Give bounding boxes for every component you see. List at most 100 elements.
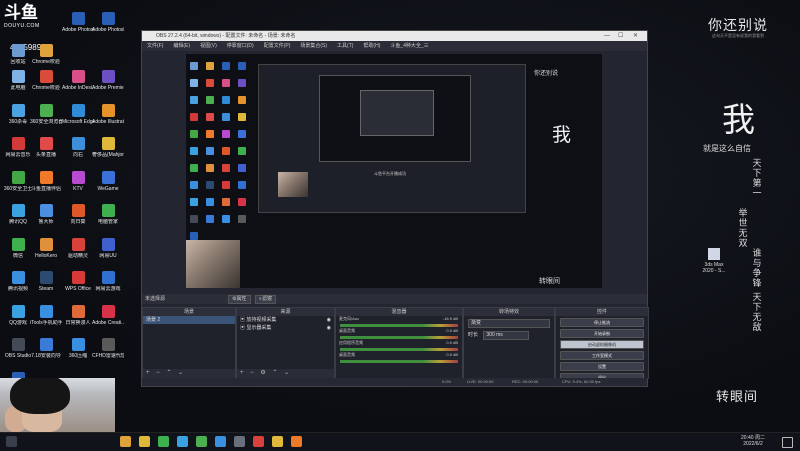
add-icon[interactable]: + xyxy=(240,370,244,376)
nested-webcam xyxy=(278,172,308,197)
menu-item[interactable]: 工具(T) xyxy=(337,43,353,49)
remove-icon[interactable]: − xyxy=(250,370,254,376)
transition-select[interactable]: 渐变 xyxy=(468,319,550,328)
game-icon[interactable] xyxy=(272,436,283,447)
menu-item[interactable]: 停靠窗口(D) xyxy=(227,43,254,49)
source-toolbar: 未选择源 ⚙属性 ◐滤镜 xyxy=(142,294,647,304)
chevron-up-icon[interactable]: ⌃ xyxy=(166,370,171,376)
volume-meter[interactable] xyxy=(340,336,458,339)
desktop-icon[interactable]: iTools手机助手 xyxy=(30,304,62,335)
desktop-icon[interactable]: 向右 xyxy=(62,137,94,167)
volume-meter[interactable] xyxy=(340,360,458,363)
mini-illustrator-icon xyxy=(238,96,246,104)
desktop-icon[interactable]: Adobe Creati... xyxy=(92,304,124,335)
mini-photoshop-icon xyxy=(190,232,198,240)
desktop-icon[interactable]: 头条直播 xyxy=(30,137,62,167)
volume-meter[interactable] xyxy=(340,324,458,327)
source-item[interactable]: ▣ 放持视频采集 ◉ xyxy=(237,316,334,324)
minimize-icon[interactable]: — xyxy=(604,31,610,41)
control-button[interactable]: 开始录制 xyxy=(560,329,644,338)
gear-icon[interactable]: ⚙ xyxy=(260,370,265,376)
duration-input[interactable]: 300 ms xyxy=(483,331,530,340)
desktop-icon[interactable]: KTV xyxy=(62,170,94,201)
obs-titlebar[interactable]: OBS 27.2.4 (64-bit, windows) - 配置文件: 未命名… xyxy=(142,31,647,41)
steam-icon xyxy=(39,271,53,284)
properties-button[interactable]: ⚙属性 xyxy=(228,295,251,304)
desktop-icon[interactable]: Adobe InDesi... xyxy=(62,70,94,100)
close-icon[interactable]: ✕ xyxy=(633,31,638,41)
remove-icon[interactable]: − xyxy=(156,370,160,376)
computer-icon xyxy=(11,70,25,83)
folder-icon[interactable] xyxy=(139,436,150,447)
douyu-icon[interactable] xyxy=(291,436,302,447)
channel-db: 0.0 dB xyxy=(446,340,458,345)
desktop-icon[interactable]: 3ds Max 2020 - S... xyxy=(700,248,728,274)
desktop-icon[interactable]: Microsoft Edge xyxy=(62,103,94,134)
chevron-down-icon[interactable]: ⌄ xyxy=(284,370,289,376)
preview-wall-end: 转眼间 xyxy=(539,278,560,285)
desktop-icon[interactable]: WPS Office xyxy=(62,271,94,301)
chrome-icon xyxy=(39,70,53,83)
clock[interactable]: 20:40 周二 2022/6/2 xyxy=(738,435,768,447)
mixer-channels: 麦克风/Aux -18.9 dB 桌面音频 0.0 dB 应用程序音频 0.0 dB 桌面音… xyxy=(336,316,462,363)
control-button[interactable]: 停止推流 xyxy=(560,318,644,327)
chevron-up-icon[interactable]: ⌃ xyxy=(272,370,277,376)
wegame-icon xyxy=(101,170,115,184)
obs-preview[interactable]: 斗鱼平台开播成功 你还别说 我 转眼间 xyxy=(186,54,602,288)
nested-preview xyxy=(319,75,471,162)
chevron-down-icon[interactable]: ⌄ xyxy=(178,370,183,376)
browser-icon[interactable] xyxy=(196,436,207,447)
desktop-icon[interactable]: Steam xyxy=(30,271,62,301)
obs-window[interactable]: OBS 27.2.4 (64-bit, windows) - 配置文件: 未命名… xyxy=(141,30,649,387)
scene-item[interactable]: 场景 2 xyxy=(143,316,235,324)
webcam-overlay xyxy=(0,378,115,432)
desktop-icon[interactable]: Chrome校验 xyxy=(30,70,62,100)
menu-item[interactable]: 编辑(E) xyxy=(173,43,190,49)
source-item[interactable]: ▣ 显示器采集 ◉ xyxy=(237,324,334,332)
desktop-icon[interactable]: Adobe Illustrat... xyxy=(92,103,124,134)
desktop-icon[interactable]: 向日葵 xyxy=(62,204,94,234)
menu-item[interactable]: 配置文件(P) xyxy=(264,43,291,49)
desktop-icon[interactable]: Adobe Photosh... xyxy=(62,12,94,42)
add-icon[interactable]: + xyxy=(146,370,150,376)
eye-icon[interactable]: ◉ xyxy=(327,324,331,332)
obs-menubar: 文件(F) 编辑(E) 视图(V) 停靠窗口(D) 配置文件(P) 场景集合(S) 工具(T… xyxy=(142,41,647,51)
control-button[interactable]: 工作室模式 xyxy=(560,351,644,360)
desktop-icon[interactable]: 360安全浏览器 xyxy=(30,103,62,134)
control-button[interactable]: 设置 xyxy=(560,362,644,371)
maximize-icon[interactable]: ☐ xyxy=(618,31,623,41)
desktop-icon[interactable]: 鲁大师 xyxy=(30,204,62,234)
desktop-icon[interactable]: 网易UU xyxy=(92,237,124,268)
control-button[interactable]: 启动虚拟摄像机 xyxy=(560,340,644,349)
desktop-icon[interactable]: 日常换漫人 xyxy=(62,304,94,335)
notification-icon[interactable] xyxy=(782,437,793,448)
wechat-icon[interactable] xyxy=(158,436,169,447)
menu-item[interactable]: 视图(V) xyxy=(200,43,217,49)
desktop-icon[interactable]: Adobe Premie... xyxy=(92,70,124,100)
menu-item[interactable]: 帮助(H) xyxy=(363,43,380,49)
live-time: LIVE: 00:00:00 xyxy=(467,379,494,384)
eye-icon[interactable]: ◉ xyxy=(327,316,331,324)
cloud-icon[interactable] xyxy=(215,436,226,447)
qq-icon[interactable] xyxy=(177,436,188,447)
start-icon[interactable] xyxy=(6,436,17,447)
obs-icon[interactable] xyxy=(234,436,245,447)
desktop-icon[interactable]: 驱动精灵 xyxy=(62,237,94,268)
desktop-icon[interactable]: WeGame xyxy=(92,170,124,201)
desktop-icon[interactable]: 电脑管家 xyxy=(92,204,124,234)
chrome-icon[interactable] xyxy=(120,436,131,447)
desktop-icon[interactable]: CFHD雷速代理 xyxy=(92,338,124,368)
desktop-icon[interactable]: 奢侈品(Mahjong) xyxy=(92,137,124,167)
volume-meter[interactable] xyxy=(340,348,458,351)
filters-button[interactable]: ◐滤镜 xyxy=(255,295,277,304)
desktop-icon[interactable]: 7.18安装向导 xyxy=(30,338,62,368)
desktop-icon[interactable]: HelloKero xyxy=(30,237,62,268)
menu-item[interactable]: 场景集合(S) xyxy=(300,43,327,49)
record-icon[interactable] xyxy=(253,436,264,447)
menu-item[interactable]: 文件(F) xyxy=(147,43,163,49)
desktop-icon[interactable]: 360压缩 xyxy=(62,338,94,368)
desktop-icon[interactable]: 网易云游戏 xyxy=(92,271,124,301)
menu-item[interactable]: 斗鱼_4种大全_三 xyxy=(390,43,428,49)
desktop-icon[interactable]: 斗鱼直播伴侣 xyxy=(30,170,62,201)
desktop-icon[interactable]: Adobe Photosh... xyxy=(92,12,124,42)
